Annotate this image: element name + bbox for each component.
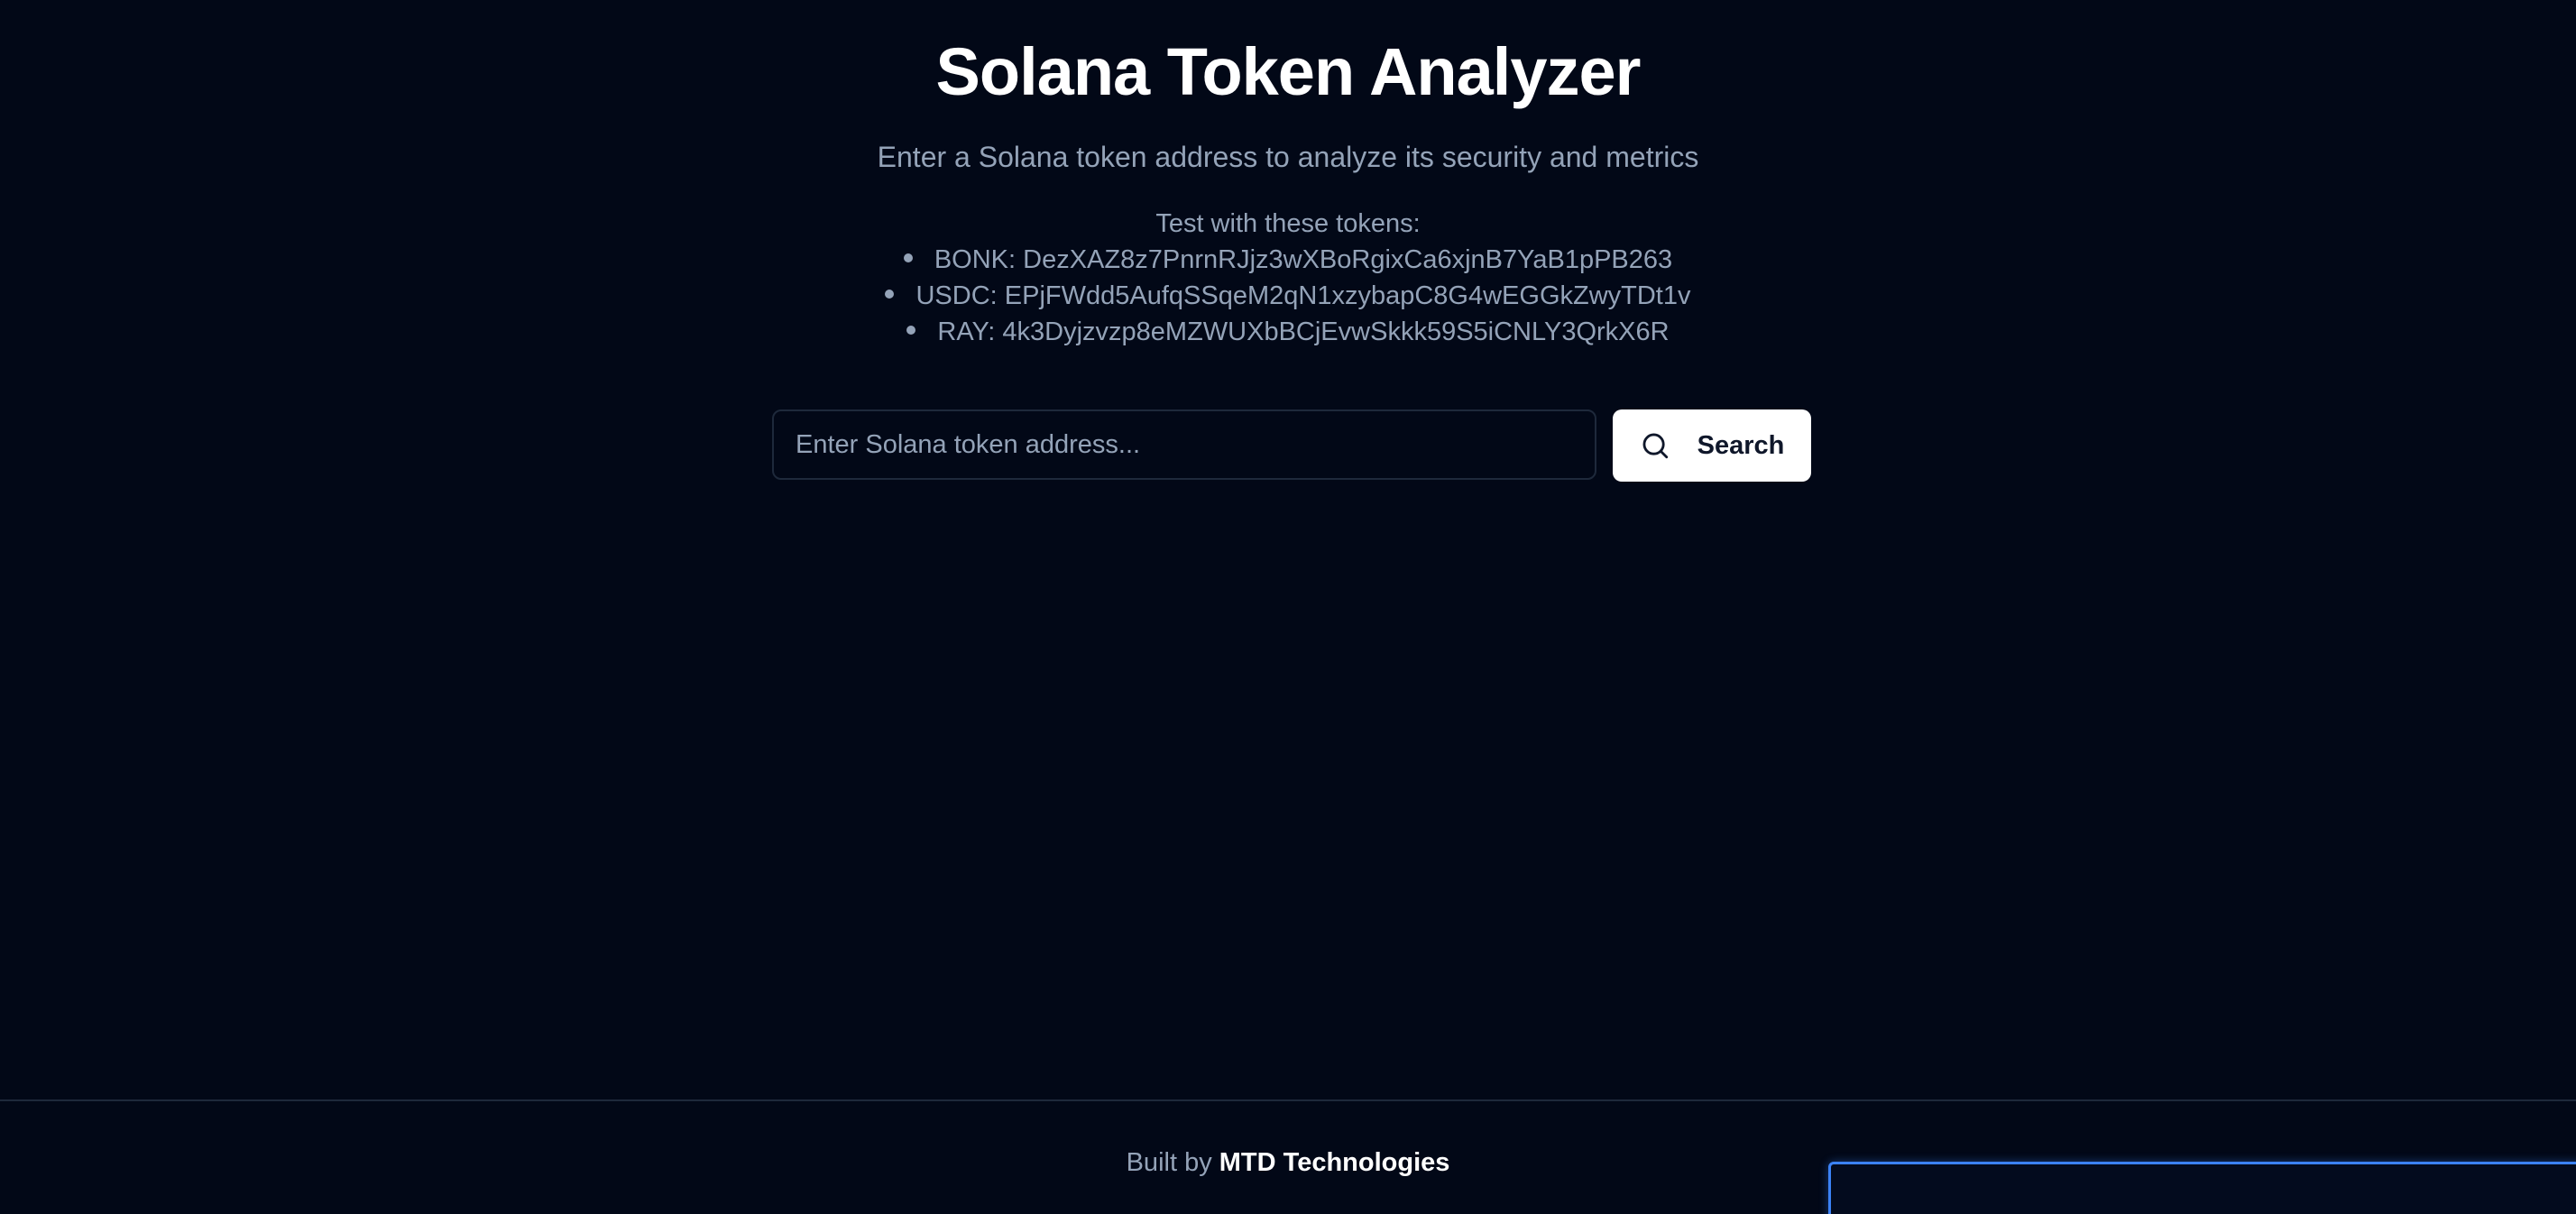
page-subtitle: Enter a Solana token address to analyze …	[877, 141, 1699, 173]
page-title: Solana Token Analyzer	[935, 34, 1642, 109]
page: Solana Token Analyzer Enter a Solana tok…	[0, 0, 2576, 1214]
bullet-icon	[885, 290, 895, 299]
bullet-icon	[903, 253, 913, 263]
list-item: USDC: EPjFWdd5AufqSSqeM2qN1xzybapC8G4wEG…	[0, 278, 2576, 314]
test-tokens-list: BONK: DezXAZ8z7PnrnRJjz3wXBoRgixCa6xjnB7…	[0, 242, 2576, 350]
search-button[interactable]: Search	[1613, 409, 1811, 482]
test-tokens-section: Test with these tokens: BONK: DezXAZ8z7P…	[0, 206, 2576, 350]
search-icon	[1642, 433, 1668, 459]
test-tokens-heading: Test with these tokens:	[1155, 209, 1421, 238]
list-item: BONK: DezXAZ8z7PnrnRJjz3wXBoRgixCa6xjnB7…	[0, 242, 2576, 278]
bullet-icon	[906, 326, 916, 336]
search-input[interactable]	[772, 409, 1596, 480]
footer-brand: MTD Technologies	[1219, 1148, 1450, 1177]
list-item: RAY: 4k3Dyjzvzp8eMZWUXbBCjEvwSkkk59S5iCN…	[0, 314, 2576, 350]
corner-popup-panel[interactable]	[1828, 1162, 2576, 1214]
token-entry-usdc: USDC: EPjFWdd5AufqSSqeM2qN1xzybapC8G4wEG…	[915, 281, 1691, 310]
token-entry-ray: RAY: 4k3Dyjzvzp8eMZWUXbBCjEvwSkkk59S5iCN…	[937, 317, 1670, 346]
search-button-label: Search	[1697, 430, 1785, 460]
footer-prefix: Built by	[1126, 1148, 1212, 1177]
token-entry-bonk: BONK: DezXAZ8z7PnrnRJjz3wXBoRgixCa6xjnB7…	[934, 245, 1673, 274]
